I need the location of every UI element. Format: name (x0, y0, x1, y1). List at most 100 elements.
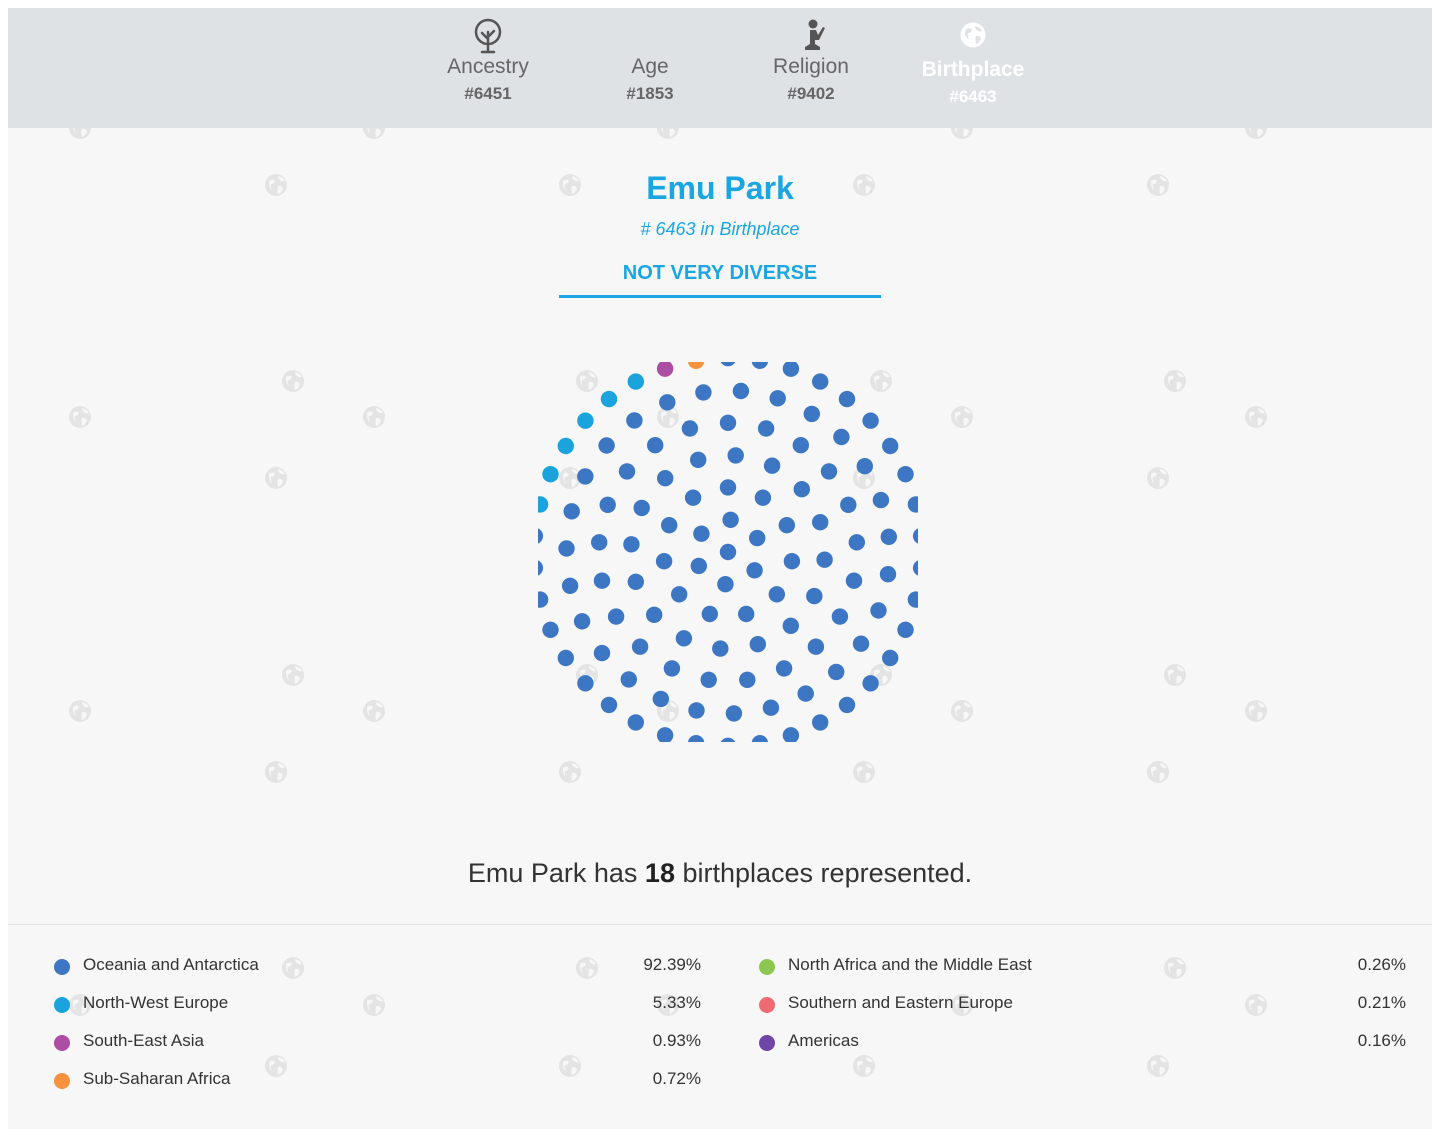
chart-dot (688, 702, 705, 719)
chart-dot (623, 536, 640, 553)
chart-dot (848, 534, 865, 551)
chart-dot (769, 390, 786, 407)
birthplace-rank: # 6463 in Birthplace (640, 219, 800, 239)
chart-dot (538, 528, 544, 544)
chart-dot (675, 630, 693, 647)
chart-dot (912, 528, 918, 544)
chart-dot (563, 503, 580, 520)
bg-globe-icon (265, 467, 287, 489)
chart-dot (831, 608, 849, 625)
chart-dot (797, 685, 814, 702)
chart-dot (746, 562, 763, 579)
legend-item: North Africa and the Middle East 0.26% (759, 952, 1406, 980)
chart-dot (782, 362, 800, 377)
legend-value: 0.26% (1357, 955, 1406, 974)
chart-dot (880, 528, 897, 545)
legend-value: 92.39% (643, 955, 701, 974)
chart-dot (687, 735, 705, 742)
chart-dot (600, 696, 618, 714)
legend-item: Americas 0.16% (759, 1028, 1406, 1056)
chart-dot (652, 690, 669, 708)
tab-ancestry[interactable]: Ancestry #6451 (423, 18, 553, 106)
chart-dot (593, 572, 611, 589)
chart-dot (620, 671, 637, 688)
chart-dot (656, 727, 674, 742)
chart-dot (633, 499, 650, 517)
chart-dot (557, 649, 574, 667)
chart-dot (542, 621, 559, 638)
tab-age-rank: #1853 (626, 84, 674, 103)
chart-dot (757, 420, 775, 437)
tab-birthplace[interactable]: Birthplace #6463 (908, 18, 1038, 109)
chart-dot (762, 699, 780, 716)
chart-dot (577, 675, 594, 692)
chart-dot (720, 737, 736, 742)
legend-label: North-West Europe (83, 993, 229, 1012)
chart-dot (862, 675, 879, 692)
tab-religion[interactable]: Religion #9402 (746, 18, 876, 106)
chart-dot (763, 457, 781, 474)
tab-birthplace-rank: #6463 (949, 87, 997, 106)
chart-dot (751, 362, 769, 369)
legend-label: North Africa and the Middle East (788, 955, 1032, 974)
chart-dot (599, 496, 616, 513)
bg-globe-icon (853, 1055, 875, 1077)
chart-dot (719, 543, 737, 561)
chart-dot (807, 638, 825, 655)
legend-color-dot (759, 959, 775, 975)
chart-dot (907, 591, 918, 608)
chart-dot (845, 572, 863, 589)
chart-dot (661, 517, 678, 534)
chart-dot (542, 466, 559, 483)
legend-item: North-West Europe 5.33% (54, 990, 701, 1018)
chart-dot (897, 466, 914, 483)
chart-dot (856, 458, 873, 475)
chart-dot (812, 514, 829, 531)
chart-dot (838, 390, 856, 408)
chart-dot (912, 560, 918, 576)
bg-globe-icon (69, 700, 91, 722)
chart-dot (722, 511, 739, 528)
chart-dot (754, 489, 772, 506)
legend-color-dot (759, 1035, 775, 1051)
chart-dot (907, 496, 918, 513)
chart-dot (719, 479, 737, 496)
chart-dot (732, 382, 750, 400)
bg-globe-icon (951, 700, 973, 722)
tree-icon (423, 18, 553, 54)
chart-dot (727, 447, 744, 464)
diversity-rating: NOT VERY DIVERSE (559, 262, 881, 298)
chart-dot (700, 671, 717, 688)
chart-dot (538, 560, 544, 576)
legend-value: 0.21% (1357, 993, 1406, 1012)
legend-label: Southern and Eastern Europe (788, 993, 1013, 1012)
legend-item: Oceania and Antarctica 92.39% (54, 952, 701, 980)
chart-dot (783, 553, 801, 570)
chart-dot (833, 428, 850, 446)
chart-dot (812, 714, 829, 731)
chart-dot (627, 373, 644, 390)
bg-globe-icon (265, 761, 287, 783)
age-icon (585, 18, 715, 54)
chart-dot (838, 696, 856, 714)
tab-birthplace-label: Birthplace (921, 58, 1025, 81)
birthplace-dot-chart (538, 362, 918, 742)
bg-globe-icon (1147, 1055, 1169, 1077)
birthplace-panel: Ancestry #6451 Age #1853 Religion #9402 (8, 8, 1432, 1129)
chart-dot (806, 587, 823, 605)
chart-dot (693, 525, 710, 542)
legend-item: South-East Asia 0.93% (54, 1028, 701, 1056)
chart-dot (725, 705, 743, 722)
chart-dot (577, 468, 594, 485)
chart-dot (684, 489, 702, 506)
chart-dot (687, 362, 705, 369)
bg-globe-icon (363, 406, 385, 428)
chart-dot (768, 586, 785, 603)
category-tab-bar: Ancestry #6451 Age #1853 Religion #9402 (8, 8, 1432, 128)
chart-dot (538, 496, 549, 513)
chart-dot (739, 671, 756, 688)
bg-globe-icon (282, 664, 304, 686)
tab-age[interactable]: Age #1853 (585, 18, 715, 106)
legend-label: Oceania and Antarctica (83, 955, 259, 974)
legend-value: 5.33% (652, 993, 701, 1012)
